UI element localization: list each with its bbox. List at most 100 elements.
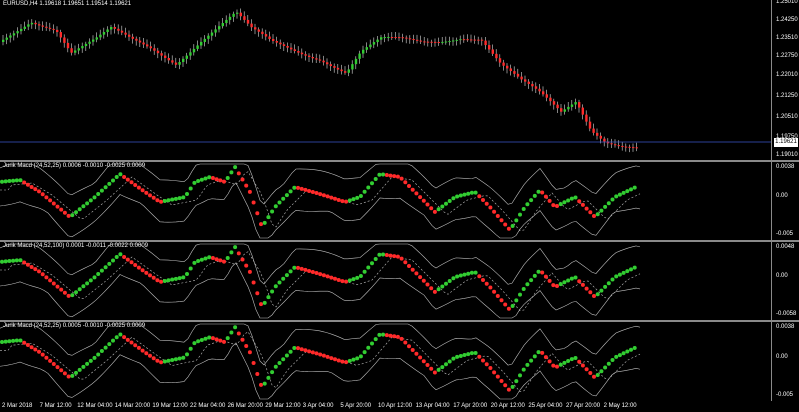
macd-dot — [592, 214, 596, 218]
candle-body — [333, 66, 336, 68]
macd-dot — [166, 278, 171, 283]
macd-dot — [240, 337, 245, 342]
candle-body — [102, 32, 106, 35]
macd-dot — [366, 345, 371, 350]
candle-body — [322, 60, 325, 63]
candle-body — [30, 22, 34, 25]
candle-body — [527, 81, 530, 84]
macd-dot — [92, 275, 97, 280]
macd-dot — [185, 352, 189, 357]
macd-dot — [588, 370, 593, 375]
macd-dot — [532, 193, 537, 198]
indicator-tick-label: 0.0038 — [776, 324, 795, 330]
price-tick-label: 1.25010 — [776, 0, 798, 5]
macd-dot — [222, 179, 226, 184]
macd-dot — [0, 259, 4, 264]
macd-dot — [399, 256, 404, 261]
macd-dot — [155, 278, 160, 283]
macd-dot — [569, 196, 574, 201]
macd-dot — [329, 275, 334, 280]
macd-dot — [577, 359, 582, 364]
macd-dot — [421, 198, 426, 203]
candle-body — [275, 41, 278, 43]
candlestick-chart[interactable] — [0, 0, 771, 160]
macd-dot — [255, 211, 260, 216]
macd-dot — [14, 338, 19, 343]
macd-dot — [99, 188, 104, 193]
macd-dot — [351, 277, 356, 282]
macd-dot — [229, 250, 234, 255]
macd-dot — [307, 268, 312, 273]
macd-dot — [529, 358, 534, 363]
candle-body — [596, 132, 599, 136]
candle-body — [106, 29, 109, 33]
candle-body — [110, 27, 113, 30]
candle-body — [419, 40, 422, 42]
macd-dot — [233, 325, 238, 330]
macd-dot — [247, 269, 252, 274]
candle-body — [520, 76, 523, 80]
macd-dot — [469, 270, 474, 275]
macd-dot — [192, 180, 197, 185]
macd-dot — [525, 202, 530, 207]
candle-body — [578, 102, 581, 108]
macd-dot — [388, 253, 393, 258]
macd-dot — [621, 351, 626, 356]
macd-dot — [48, 358, 53, 363]
macd-dot — [14, 258, 19, 263]
jurik-macd-plot-3[interactable] — [0, 322, 771, 401]
macd-dot — [488, 366, 493, 371]
macd-dot — [617, 353, 622, 358]
candle-body — [164, 55, 167, 58]
macd-dot — [462, 272, 467, 277]
candle-body — [246, 19, 250, 24]
macd-dot — [51, 362, 56, 367]
macd-dot — [447, 359, 452, 364]
macd-dot — [444, 281, 448, 286]
candle-body — [268, 36, 271, 39]
macd-dot — [159, 279, 164, 284]
candle-body — [491, 49, 494, 54]
macd-dot — [540, 190, 545, 195]
candle-body — [2, 39, 5, 42]
candle-body — [243, 16, 246, 20]
macd-dot — [414, 271, 419, 276]
macd-dot — [122, 174, 127, 179]
macd-dot — [273, 364, 278, 369]
macd-dot — [203, 336, 208, 341]
macd-dot — [85, 201, 90, 206]
macd-dot — [44, 195, 49, 200]
macd-dot — [259, 382, 263, 387]
candle-body — [426, 41, 430, 43]
macd-dot — [399, 336, 404, 341]
macd-dot — [577, 279, 582, 284]
candle-body — [56, 29, 59, 33]
macd-dot — [233, 245, 238, 250]
lower-band-line — [0, 182, 641, 239]
macd-dot — [466, 191, 471, 196]
macd-dot — [236, 171, 241, 176]
jurik-macd-plot-1[interactable] — [0, 162, 771, 240]
macd-dot — [77, 287, 82, 292]
macd-dot — [70, 213, 75, 218]
candle-body — [563, 109, 566, 112]
macd-dot — [436, 207, 441, 212]
macd-dot — [569, 357, 574, 362]
macd-dot — [510, 224, 515, 229]
candle-body — [131, 36, 134, 39]
macd-dot — [114, 335, 119, 340]
macd-dot — [321, 353, 326, 358]
macd-dot — [170, 197, 175, 202]
macd-dot — [569, 276, 574, 281]
candle-body — [124, 32, 127, 35]
macd-dot — [514, 298, 519, 303]
macd-dot — [632, 185, 637, 190]
macd-dot — [595, 212, 600, 217]
macd-dot — [281, 276, 286, 281]
candle-body — [455, 39, 458, 41]
candle-body — [160, 53, 163, 56]
jurik-macd-plot-2[interactable] — [0, 242, 771, 320]
time-tick-label: 14 Mar 20:00 — [114, 403, 151, 409]
macd-dot — [473, 270, 478, 275]
macd-dot — [325, 354, 330, 359]
